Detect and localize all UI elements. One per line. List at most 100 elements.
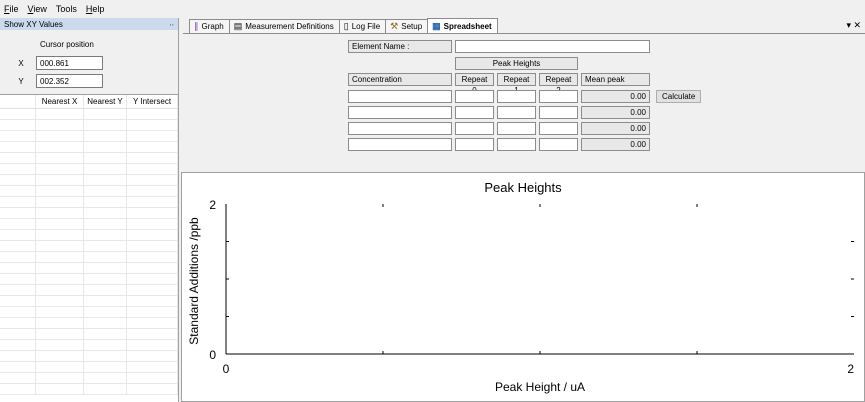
repeat-0-input[interactable] [455, 138, 494, 151]
table-cell[interactable] [0, 153, 36, 163]
table-cell[interactable] [127, 109, 178, 119]
pin-icon[interactable]: ∙∙ [170, 20, 174, 29]
x-value-field[interactable] [36, 56, 103, 70]
table-cell[interactable] [0, 197, 36, 207]
table-cell[interactable] [84, 197, 127, 207]
table-row[interactable] [0, 153, 178, 164]
calculate-button[interactable]: Calculate [656, 90, 702, 103]
table-cell[interactable] [36, 230, 84, 240]
table-cell[interactable] [36, 274, 84, 284]
table-cell[interactable] [127, 142, 178, 152]
table-cell[interactable] [36, 362, 84, 372]
table-cell[interactable] [127, 351, 178, 361]
table-cell[interactable] [127, 340, 178, 350]
table-cell[interactable] [84, 241, 127, 251]
table-cell[interactable] [36, 197, 84, 207]
table-cell[interactable] [84, 164, 127, 174]
tab-graph[interactable]: ∥ Graph [189, 19, 230, 33]
table-cell[interactable] [0, 285, 36, 295]
table-row[interactable] [0, 285, 178, 296]
repeat-0-input[interactable] [455, 122, 494, 135]
table-cell[interactable] [127, 164, 178, 174]
repeat-0-input[interactable] [455, 90, 494, 103]
table-cell[interactable] [0, 164, 36, 174]
table-row[interactable] [0, 351, 178, 362]
table-cell[interactable] [0, 142, 36, 152]
table-cell[interactable] [36, 318, 84, 328]
table-cell[interactable] [84, 109, 127, 119]
table-cell[interactable] [127, 373, 178, 383]
table-row[interactable] [0, 186, 178, 197]
column-header-nearest-y[interactable]: Nearest Y [84, 95, 127, 108]
table-cell[interactable] [84, 142, 127, 152]
table-cell[interactable] [127, 285, 178, 295]
table-row[interactable] [0, 241, 178, 252]
table-cell[interactable] [84, 362, 127, 372]
table-cell[interactable] [84, 230, 127, 240]
table-cell[interactable] [0, 362, 36, 372]
concentration-input[interactable] [348, 90, 452, 103]
tab-setup[interactable]: ⚒ Setup [385, 19, 429, 33]
table-row[interactable] [0, 164, 178, 175]
menu-file[interactable]: File [4, 4, 19, 14]
repeat-2-input[interactable] [539, 106, 578, 119]
table-cell[interactable] [84, 285, 127, 295]
table-cell[interactable] [36, 329, 84, 339]
table-row[interactable] [0, 384, 178, 395]
table-row[interactable] [0, 252, 178, 263]
table-row[interactable] [0, 131, 178, 142]
table-cell[interactable] [127, 318, 178, 328]
menu-view[interactable]: View [28, 4, 47, 14]
table-cell[interactable] [36, 164, 84, 174]
y-value-field[interactable] [36, 74, 103, 88]
table-cell[interactable] [127, 274, 178, 284]
table-row[interactable] [0, 120, 178, 131]
table-cell[interactable] [36, 263, 84, 273]
table-cell[interactable] [0, 109, 36, 119]
concentration-input[interactable] [348, 122, 452, 135]
repeat-2-input[interactable] [539, 90, 578, 103]
table-cell[interactable] [36, 351, 84, 361]
table-row[interactable] [0, 329, 178, 340]
tab-log-file[interactable]: ▯ Log File [338, 19, 387, 33]
repeat-1-input[interactable] [497, 122, 536, 135]
concentration-input[interactable] [348, 138, 452, 151]
table-row[interactable] [0, 307, 178, 318]
table-cell[interactable] [84, 120, 127, 130]
table-row[interactable] [0, 318, 178, 329]
table-cell[interactable] [0, 230, 36, 240]
table-row[interactable] [0, 263, 178, 274]
table-cell[interactable] [127, 153, 178, 163]
element-name-input[interactable] [455, 40, 650, 53]
table-cell[interactable] [0, 384, 36, 394]
repeat-2-input[interactable] [539, 138, 578, 151]
table-cell[interactable] [84, 373, 127, 383]
table-cell[interactable] [36, 120, 84, 130]
table-cell[interactable] [36, 142, 84, 152]
tab-measurement-definitions[interactable]: ▤ Measurement Definitions [228, 19, 340, 33]
table-cell[interactable] [127, 197, 178, 207]
menu-tools[interactable]: Tools [56, 4, 77, 14]
repeat-2-input[interactable] [539, 122, 578, 135]
table-cell[interactable] [127, 175, 178, 185]
table-row[interactable] [0, 109, 178, 120]
table-cell[interactable] [127, 186, 178, 196]
table-cell[interactable] [0, 241, 36, 251]
table-cell[interactable] [0, 263, 36, 273]
table-cell[interactable] [36, 384, 84, 394]
table-cell[interactable] [127, 241, 178, 251]
table-cell[interactable] [36, 340, 84, 350]
table-cell[interactable] [84, 274, 127, 284]
table-cell[interactable] [84, 351, 127, 361]
table-cell[interactable] [36, 175, 84, 185]
table-cell[interactable] [84, 208, 127, 218]
table-cell[interactable] [36, 186, 84, 196]
table-cell[interactable] [0, 219, 36, 229]
tab-spreadsheet[interactable]: ▦ Spreadsheet [427, 18, 498, 33]
table-cell[interactable] [0, 373, 36, 383]
table-cell[interactable] [84, 340, 127, 350]
table-cell[interactable] [36, 285, 84, 295]
table-cell[interactable] [84, 263, 127, 273]
table-cell[interactable] [84, 329, 127, 339]
table-cell[interactable] [36, 131, 84, 141]
